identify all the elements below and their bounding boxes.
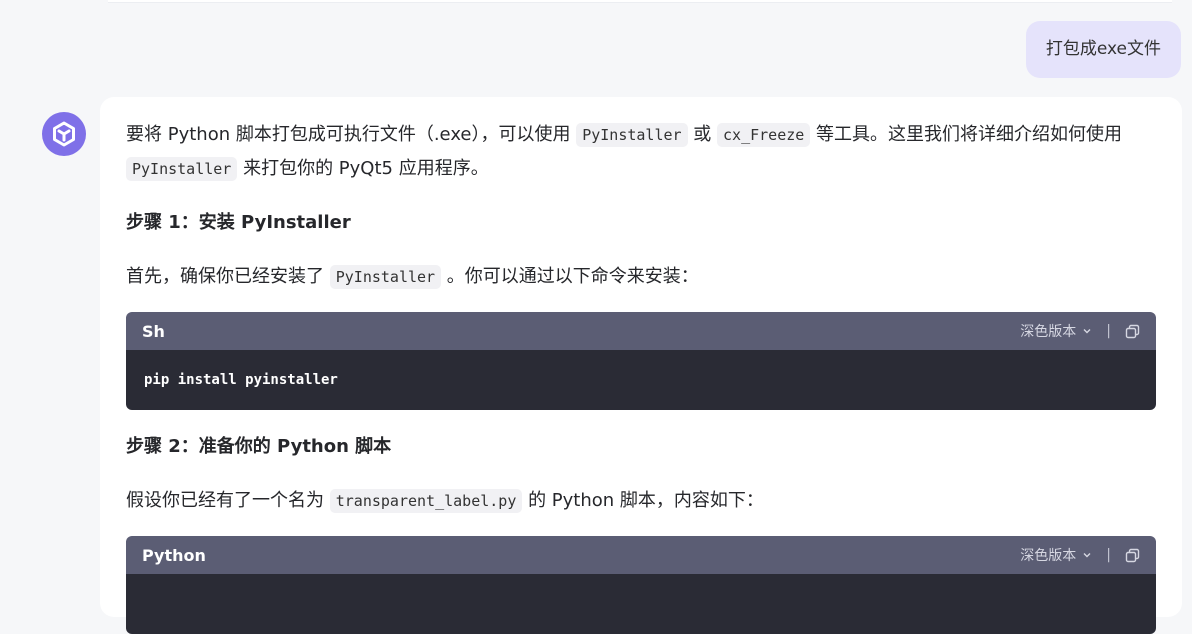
toolbar-divider-2: | (1106, 547, 1111, 563)
inline-code-cx-freeze: cx_Freeze (717, 123, 811, 147)
step-2-text-1: 假设你已经有了一个名为 (126, 490, 330, 511)
code-block-header: Sh 深色版本 | (126, 312, 1156, 350)
inline-code-pyinstaller: PyInstaller (576, 123, 688, 147)
theme-dropdown-2[interactable]: 深色版本 (1020, 545, 1092, 565)
intro-text-1: 要将 Python 脚本打包成可执行文件（.exe），可以使用 (126, 124, 577, 145)
inline-code-pyinstaller-2: PyInstaller (126, 157, 238, 181)
step-2-paragraph: 假设你已经有了一个名为 transparent_label.py 的 Pytho… (126, 484, 1156, 518)
code-toolbar: 深色版本 | (1020, 321, 1140, 341)
previous-message-edge (108, 0, 1172, 3)
code-language-label: Sh (142, 321, 165, 341)
step-1-text-2: 。你可以通过以下命令来安装： (441, 266, 699, 287)
inline-code-filename: transparent_label.py (329, 489, 523, 513)
code-line: pip install pyinstaller (144, 372, 338, 388)
assistant-avatar (42, 112, 86, 156)
user-message-bubble: 打包成exe文件 (1025, 21, 1181, 78)
step-1-heading: 步骤 1：安装 PyInstaller (126, 212, 351, 233)
code-toolbar-2: 深色版本 | (1020, 545, 1140, 565)
copy-icon[interactable] (1125, 324, 1140, 339)
intro-text-3: 等工具。这里我们将详细介绍如何使用 (810, 124, 1123, 145)
intro-paragraph: 要将 Python 脚本打包成可执行文件（.exe），可以使用 PyInstal… (126, 118, 1156, 186)
step-1-paragraph: 首先，确保你已经安装了 PyInstaller 。你可以通过以下命令来安装： (126, 260, 1156, 294)
code-block-sh: Sh 深色版本 | pip install pyinstaller (126, 312, 1156, 410)
chevron-down-icon (1083, 553, 1091, 558)
code-block-python: Python 深色版本 | (126, 536, 1156, 634)
assistant-logo-icon (53, 121, 75, 147)
code-block-body-2 (126, 574, 1156, 634)
intro-text-2: 或 (687, 124, 718, 145)
step-1-text-1: 首先，确保你已经安装了 (126, 266, 330, 287)
theme-dropdown[interactable]: 深色版本 (1020, 321, 1092, 341)
copy-icon[interactable] (1125, 548, 1140, 563)
theme-label-text: 深色版本 (1020, 324, 1077, 340)
user-message-text: 打包成exe文件 (1045, 39, 1161, 59)
inline-code-pyinstaller-3: PyInstaller (329, 265, 442, 289)
step-2-heading: 步骤 2：准备你的 Python 脚本 (126, 436, 392, 457)
theme-label-text-2: 深色版本 (1020, 548, 1077, 564)
code-language-label-2: Python (142, 545, 206, 565)
step-2-text-2: 的 Python 脚本，内容如下： (522, 490, 764, 511)
code-block-header-2: Python 深色版本 | (126, 536, 1156, 574)
code-block-body: pip install pyinstaller (126, 350, 1156, 410)
intro-text-4: 来打包你的 PyQt5 应用程序。 (237, 158, 489, 179)
chevron-down-icon (1083, 329, 1091, 334)
assistant-message-content: 要将 Python 脚本打包成可执行文件（.exe），可以使用 PyInstal… (126, 118, 1156, 634)
toolbar-divider: | (1106, 323, 1111, 339)
